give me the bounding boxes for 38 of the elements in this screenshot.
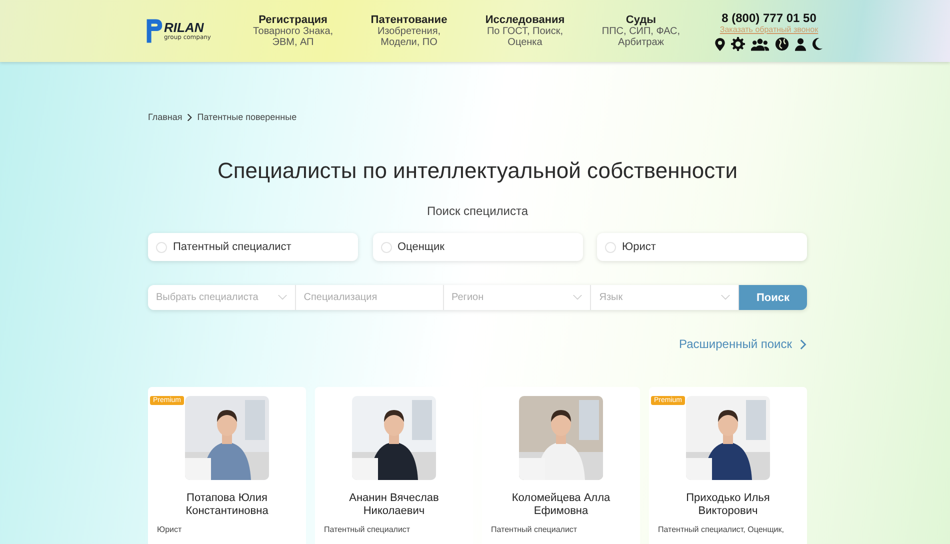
specialist-name[interactable]: Приходько Илья Викторович [649, 492, 807, 518]
location-icon[interactable] [715, 38, 725, 50]
settings-icon[interactable] [731, 37, 745, 51]
specialist-type-option[interactable]: Юрист [597, 233, 807, 261]
search-heading: Поиск специлиста [426, 204, 530, 218]
chevron-down-icon [573, 295, 582, 300]
chevron-right-icon [187, 114, 192, 120]
nav-link[interactable]: Суды ППС, СИП, ФАС, Арбитраж [583, 14, 699, 48]
page-title: Специалисты по интеллектуальной собственности [216, 158, 738, 184]
nav-link[interactable]: Патентование Изобретения, Модели, ПО [351, 14, 467, 48]
specialist-name[interactable]: Потапова Юлия Константиновна [148, 492, 306, 518]
logo-name[interactable]: RILAN [164, 22, 211, 34]
logo-icon [145, 17, 163, 45]
radio-button[interactable] [380, 242, 392, 252]
breadcrumb-link[interactable]: Патентные поверенные [197, 112, 297, 122]
nav-link[interactable]: Регистрация Товарного Знака, ЭВМ, АП [235, 14, 351, 48]
specialist-name[interactable]: Ананин Вячеслав Николаевич [315, 492, 473, 518]
globe-icon[interactable] [775, 37, 789, 51]
moon-icon[interactable] [812, 38, 823, 50]
specialist-role: Патентный специалист, Оценщик, [657, 525, 784, 534]
group-icon[interactable] [751, 38, 769, 50]
radio-button[interactable] [156, 242, 167, 252]
nav-link[interactable]: Исследования По ГОСТ, Поиск, Оценка [467, 14, 583, 48]
radio-button[interactable] [605, 242, 616, 252]
breadcrumb-link[interactable]: Главная [148, 112, 182, 122]
chevron-right-icon [800, 338, 807, 350]
specialist-role: Юрист [156, 525, 182, 534]
specialist-type-option[interactable]: Оценщик [372, 233, 582, 261]
phone-number[interactable]: 8 (800) 777 01 50 [722, 11, 816, 25]
specialist-role: Патентный специалист [323, 525, 410, 534]
specialist-type-option[interactable]: Патентный специалист [148, 233, 358, 261]
specialist-role: Патентный специалист [490, 525, 578, 534]
chevron-down-icon [278, 295, 287, 300]
specialist-card[interactable]: Коломейцева Алла Ефимовна Патентный специалист [482, 387, 640, 544]
advanced-search-link[interactable]: Расширенный поиск [679, 337, 792, 351]
specialist-name[interactable]: Коломейцева Алла Ефимовна [482, 492, 640, 518]
chevron-down-icon [721, 295, 730, 300]
user-icon[interactable] [795, 38, 806, 50]
